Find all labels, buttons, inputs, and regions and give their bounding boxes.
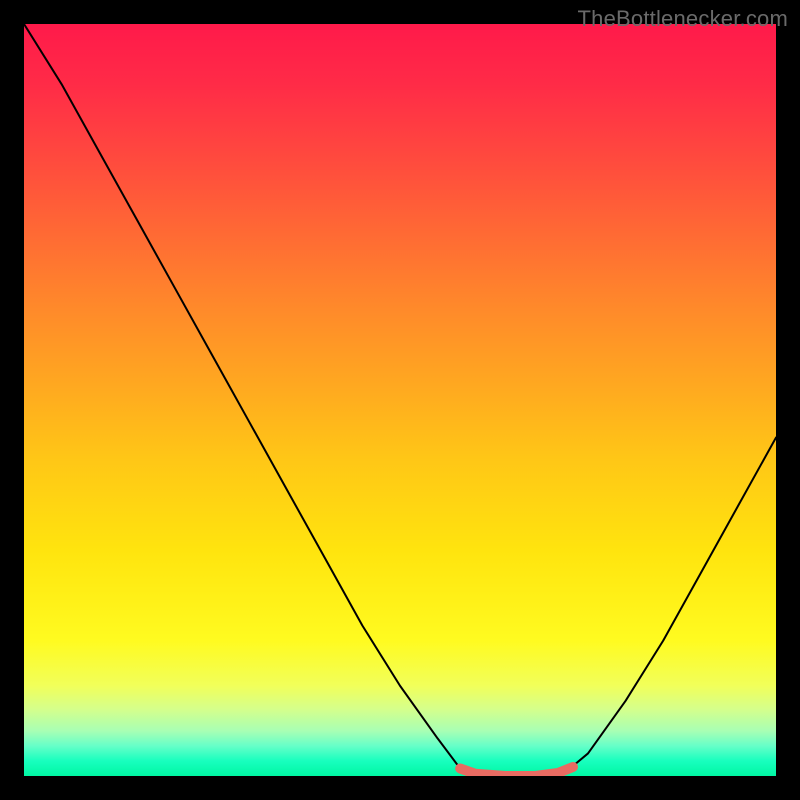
watermark-text: TheBottlenecker.com (578, 6, 788, 32)
chart-svg (24, 24, 776, 776)
chart-curve-highlight (460, 767, 573, 776)
chart-curve-main (24, 24, 776, 776)
chart-plot-area (24, 24, 776, 776)
